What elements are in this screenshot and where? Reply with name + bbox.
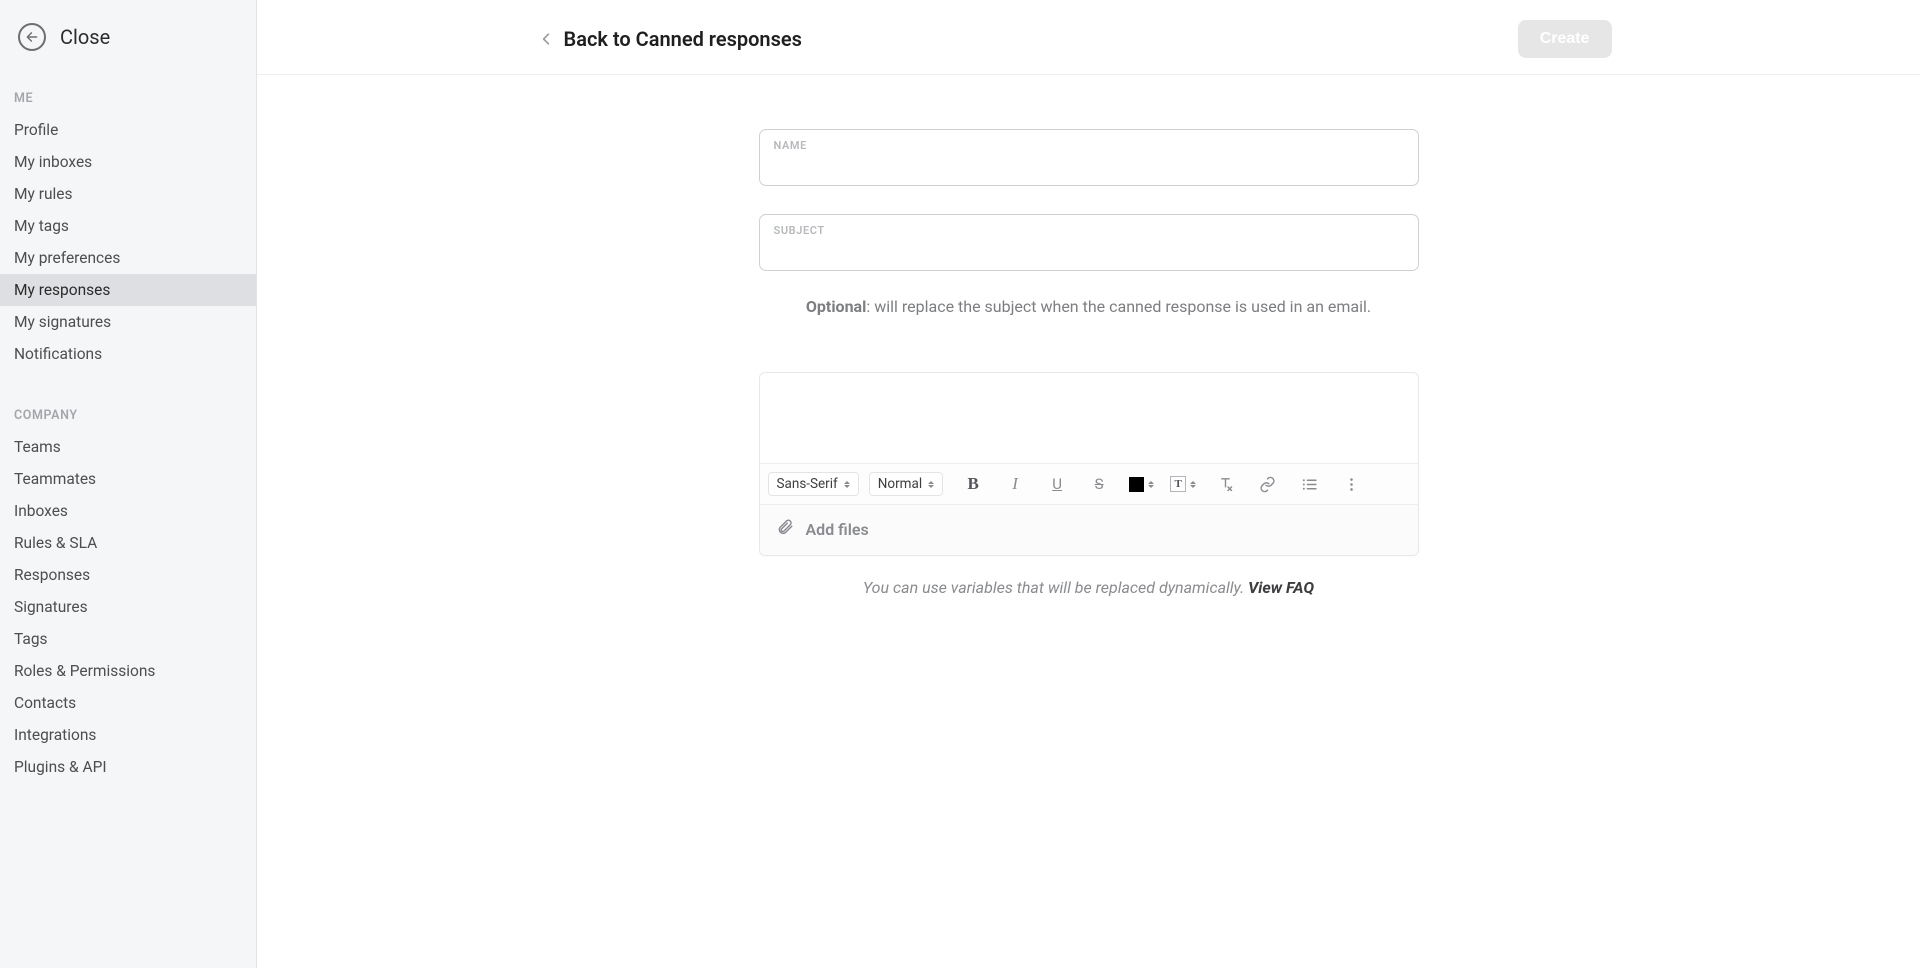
sidebar-item-responses[interactable]: Responses [0, 559, 256, 591]
sidebar-item-teammates[interactable]: Teammates [0, 463, 256, 495]
back-arrow-icon[interactable] [18, 23, 46, 51]
insert-link-button[interactable] [1247, 469, 1287, 499]
section-heading-company: COMPANY [0, 398, 256, 431]
highlight-swatch-icon: T [1170, 476, 1186, 492]
sidebar-item-rules-sla[interactable]: Rules & SLA [0, 527, 256, 559]
underline-button[interactable]: U [1037, 469, 1077, 499]
sidebar-item-notifications[interactable]: Notifications [0, 338, 256, 370]
footnote-text: You can use variables that will be repla… [863, 578, 1248, 597]
strikethrough-button[interactable]: S [1079, 469, 1119, 499]
updown-caret-icon [928, 481, 934, 488]
subject-input[interactable] [774, 237, 1404, 262]
close-label: Close [60, 25, 110, 49]
text-size-value: Normal [878, 476, 922, 492]
sidebar-item-tags[interactable]: Tags [0, 623, 256, 655]
view-faq-link[interactable]: View FAQ [1248, 578, 1314, 597]
name-field[interactable]: NAME [759, 129, 1419, 186]
italic-button[interactable]: I [995, 469, 1035, 499]
updown-caret-icon [1148, 481, 1154, 488]
editor-toolbar: Sans-Serif Normal B I U S T [760, 463, 1418, 504]
sidebar-item-plugins-api[interactable]: Plugins & API [0, 751, 256, 783]
editor-body[interactable] [760, 373, 1418, 463]
color-swatch-icon [1129, 477, 1144, 492]
section-heading-me: ME [0, 81, 256, 114]
name-input[interactable] [774, 152, 1404, 177]
name-label: NAME [774, 139, 1404, 152]
updown-caret-icon [1190, 481, 1196, 488]
bold-button[interactable]: B [953, 469, 993, 499]
sidebar-item-inboxes[interactable]: Inboxes [0, 495, 256, 527]
sidebar-item-my-responses[interactable]: My responses [0, 274, 256, 306]
font-family-value: Sans-Serif [777, 476, 838, 492]
canned-response-form: NAME SUBJECT Optional: will replace the … [759, 129, 1419, 597]
sidebar-item-my-rules[interactable]: My rules [0, 178, 256, 210]
sidebar-item-profile[interactable]: Profile [0, 114, 256, 146]
rich-text-editor: Sans-Serif Normal B I U S T [759, 372, 1419, 556]
sidebar-item-signatures[interactable]: Signatures [0, 591, 256, 623]
sidebar-item-my-preferences[interactable]: My preferences [0, 242, 256, 274]
font-family-select[interactable]: Sans-Serif [768, 472, 859, 496]
close-settings-row[interactable]: Close [0, 0, 256, 81]
variables-footnote: You can use variables that will be repla… [759, 578, 1419, 597]
highlight-color-button[interactable]: T [1163, 469, 1203, 499]
subject-helper-text: Optional: will replace the subject when … [759, 297, 1419, 316]
subject-field[interactable]: SUBJECT [759, 214, 1419, 271]
back-to-responses-link[interactable]: Back to Canned responses [542, 27, 802, 51]
more-options-button[interactable] [1331, 469, 1371, 499]
clear-formatting-button[interactable] [1205, 469, 1245, 499]
text-color-button[interactable] [1121, 469, 1161, 499]
back-link-text: Back to Canned responses [564, 27, 802, 51]
sidebar-item-my-tags[interactable]: My tags [0, 210, 256, 242]
helper-rest: : will replace the subject when the cann… [866, 297, 1371, 316]
bulleted-list-button[interactable] [1289, 469, 1329, 499]
sidebar-item-roles-permissions[interactable]: Roles & Permissions [0, 655, 256, 687]
sidebar-item-my-inboxes[interactable]: My inboxes [0, 146, 256, 178]
subject-label: SUBJECT [774, 224, 1404, 237]
paperclip-icon [776, 517, 794, 541]
sidebar-item-integrations[interactable]: Integrations [0, 719, 256, 751]
sidebar-item-contacts[interactable]: Contacts [0, 687, 256, 719]
chevron-left-icon [542, 32, 550, 46]
add-files-label: Add files [806, 520, 869, 539]
main-content: Back to Canned responses Create NAME SUB… [257, 0, 1920, 968]
text-size-select[interactable]: Normal [869, 472, 943, 496]
updown-caret-icon [844, 481, 850, 488]
page-topbar: Back to Canned responses Create [257, 0, 1920, 75]
sidebar-item-my-signatures[interactable]: My signatures [0, 306, 256, 338]
settings-sidebar: Close ME Profile My inboxes My rules My … [0, 0, 257, 968]
sidebar-item-teams[interactable]: Teams [0, 431, 256, 463]
create-button[interactable]: Create [1518, 20, 1612, 58]
add-files-row[interactable]: Add files [760, 504, 1418, 555]
helper-bold: Optional [806, 297, 866, 316]
